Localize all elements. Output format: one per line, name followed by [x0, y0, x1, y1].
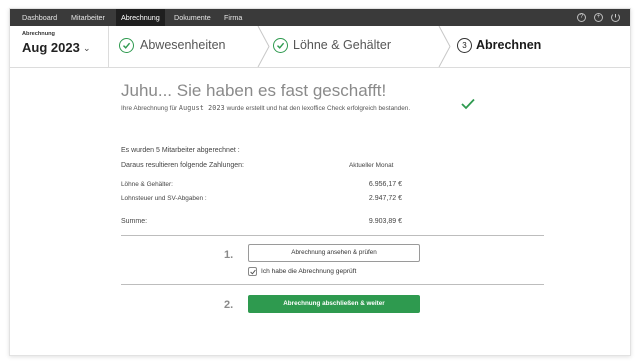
main-content: Juhu... Sie haben es fast geschafft! Ihr… — [10, 69, 630, 355]
step-separator — [438, 26, 451, 67]
success-check-icon — [461, 98, 475, 110]
app-window: Dashboard Mitarbeiter Abrechnung Dokumen… — [9, 8, 631, 356]
step-separator — [257, 26, 270, 67]
row-label: Lohnsteuer und SV-Abgaben : — [121, 195, 207, 202]
column-header: Aktueller Monat — [349, 162, 394, 169]
divider — [121, 284, 544, 285]
step-label: Löhne & Gehälter — [293, 38, 391, 52]
message-text: wurde erstellt und hat den lexoffice Che… — [226, 105, 411, 112]
period-label: Abrechnung — [22, 31, 55, 37]
sum-label: Summe: — [121, 218, 148, 225]
add-icon[interactable]: + — [594, 13, 603, 22]
message-month: August 2023 — [178, 104, 225, 112]
period-selector[interactable]: Abrechnung Aug 2023 ⌄ — [10, 26, 109, 67]
divider — [121, 235, 544, 236]
message-text: Ihre Abrechnung für — [121, 105, 178, 112]
step-one-number: 1. — [224, 249, 234, 261]
step-abwesenheiten[interactable]: Abwesenheiten — [109, 26, 259, 67]
nav-abrechnung[interactable]: Abrechnung — [116, 9, 165, 26]
step-two-number: 2. — [224, 299, 234, 311]
step-label: Abwesenheiten — [140, 38, 226, 52]
nav-dokumente[interactable]: Dokumente — [174, 9, 211, 26]
sum-value: 9.903,89 € — [368, 218, 402, 225]
reviewed-checkbox[interactable] — [248, 267, 257, 276]
step-number: 3 — [457, 38, 472, 53]
nav-firma[interactable]: Firma — [224, 9, 242, 26]
period-value[interactable]: Aug 2023 — [22, 40, 80, 55]
chevron-down-icon[interactable]: ⌄ — [83, 43, 91, 54]
step-abrechnen[interactable]: 3 Abrechnen — [452, 26, 622, 67]
success-message: Ihre Abrechnung für August 2023 wurde er… — [121, 104, 410, 112]
wizard-stepbar: Abrechnung Aug 2023 ⌄ Abwesenheiten Löhn… — [10, 26, 630, 68]
help-icon[interactable]: ? — [577, 13, 586, 22]
nav-mitarbeiter[interactable]: Mitarbeiter — [71, 9, 105, 26]
check-circle-icon — [273, 38, 288, 53]
row-label: Löhne & Gehälter: — [121, 181, 173, 188]
nav-dashboard[interactable]: Dashboard — [22, 9, 57, 26]
check-circle-icon — [119, 38, 134, 53]
reviewed-checkbox-label[interactable]: Ich habe die Abrechnung geprüft — [261, 268, 356, 275]
top-nav: Dashboard Mitarbeiter Abrechnung Dokumen… — [10, 9, 630, 26]
employees-count: Es wurden 5 Mitarbeiter abgerechnet : — [121, 147, 240, 154]
power-icon[interactable] — [611, 13, 620, 22]
step-loehne[interactable]: Löhne & Gehälter — [271, 26, 441, 67]
row-value: 6.956,17 € — [368, 181, 402, 188]
step-label: Abrechnen — [476, 38, 542, 52]
review-button[interactable]: Abrechnung ansehen & prüfen — [248, 244, 420, 262]
payments-intro: Daraus resultieren folgende Zahlungen: — [121, 162, 244, 169]
finish-button[interactable]: Abrechnung abschließen & weiter — [248, 295, 420, 313]
page-title: Juhu... Sie haben es fast geschafft! — [121, 81, 387, 100]
row-value: 2.947,72 € — [368, 195, 402, 202]
